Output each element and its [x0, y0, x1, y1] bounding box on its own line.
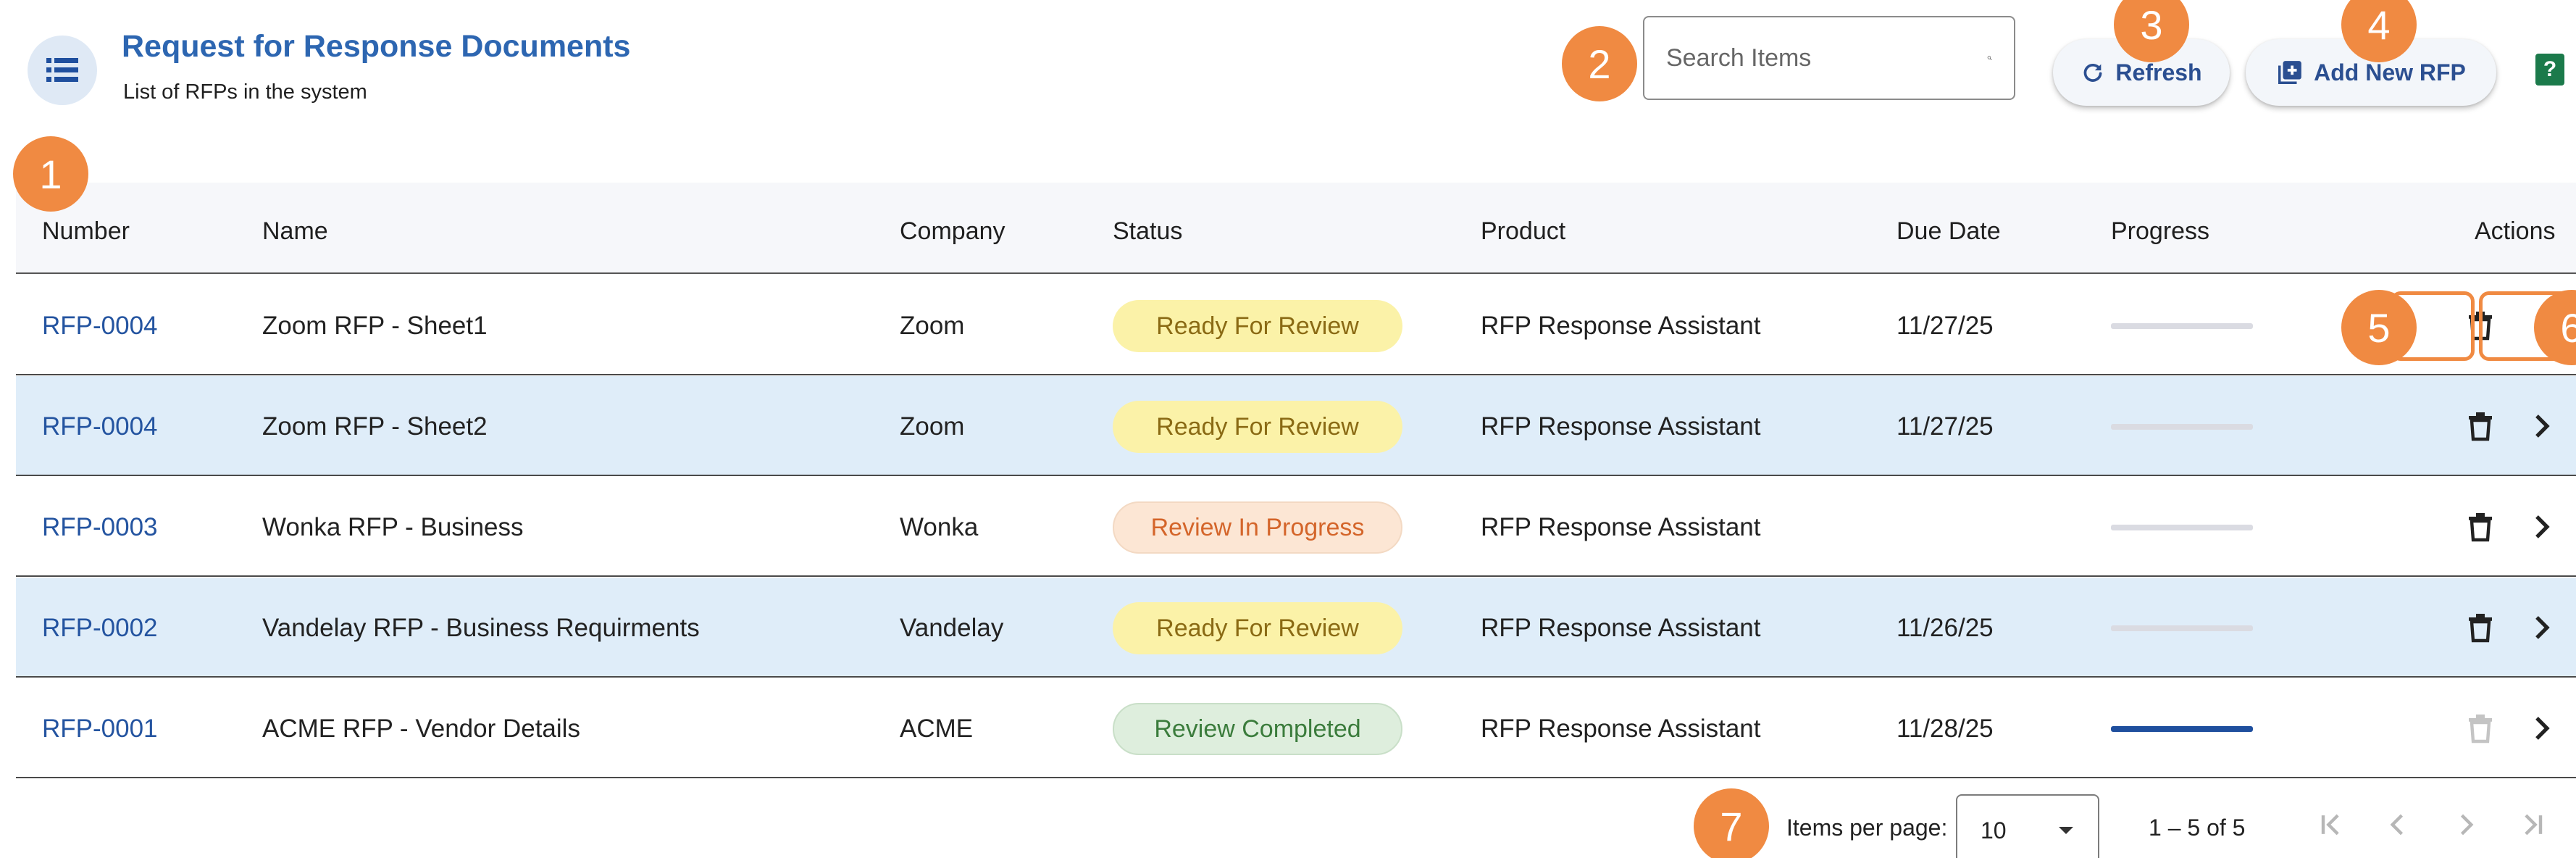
rfp-name: Vandelay RFP - Business Requirments: [262, 614, 700, 642]
rfp-number-link[interactable]: RFP-0004: [42, 312, 158, 341]
product-name: RFP Response Assistant: [1481, 312, 1761, 340]
company-name: Zoom: [900, 312, 965, 340]
status-badge: Review In Progress: [1113, 501, 1402, 554]
progress-bar: [2111, 525, 2253, 530]
rfp-number-link[interactable]: RFP-0001: [42, 715, 158, 744]
table-row[interactable]: RFP-0004 Zoom RFP - Sheet1 Zoom Ready For R…: [16, 275, 2576, 375]
help-icon[interactable]: ?: [2535, 54, 2564, 86]
table-row[interactable]: RFP-0003 Wonka RFP - Business Wonka Review …: [16, 477, 2576, 577]
company-name: Zoom: [900, 412, 965, 441]
table-row[interactable]: RFP-0001 ACME RFP - Vendor Details ACME Rev…: [16, 678, 2576, 778]
column-header-product[interactable]: Product: [1481, 217, 1565, 246]
chevron-right-icon[interactable]: [2524, 610, 2559, 645]
chevron-right-icon[interactable]: [2524, 509, 2559, 544]
items-per-page-value: 10: [1981, 817, 2007, 844]
product-name: RFP Response Assistant: [1481, 614, 1761, 642]
delete-icon[interactable]: [2463, 308, 2498, 343]
chevron-right-icon[interactable]: [2524, 409, 2559, 443]
list-icon-button[interactable]: [28, 36, 97, 105]
product-name: RFP Response Assistant: [1481, 715, 1761, 743]
page-subtitle: List of RFPs in the system: [123, 80, 367, 104]
due-date: 11/27/25: [1897, 312, 1994, 340]
due-date: 11/28/25: [1897, 715, 1994, 743]
refresh-icon: [2084, 63, 2102, 82]
progress-bar: [2111, 424, 2253, 430]
company-name: ACME: [900, 715, 974, 743]
product-name: RFP Response Assistant: [1481, 412, 1761, 441]
table-row[interactable]: RFP-0004 Zoom RFP - Sheet2 Zoom Ready For R…: [16, 376, 2576, 476]
last-page-icon[interactable]: [2517, 809, 2548, 841]
dropdown-arrow-icon: [2059, 827, 2073, 834]
previous-page-icon[interactable]: [2382, 809, 2414, 841]
delete-icon[interactable]: [2463, 610, 2498, 645]
chevron-right-icon[interactable]: [2524, 711, 2559, 746]
add-box-icon: [2278, 61, 2301, 84]
rfp-number-link[interactable]: RFP-0003: [42, 513, 158, 542]
delete-icon[interactable]: [2463, 409, 2498, 443]
rfp-name: Zoom RFP - Sheet2: [262, 412, 488, 441]
callout-7: 7: [1694, 788, 1769, 858]
column-header-number[interactable]: Number: [42, 217, 130, 246]
product-name: RFP Response Assistant: [1481, 513, 1761, 541]
items-per-page-label: Items per page:: [1786, 815, 1948, 841]
page-title: Request for Response Documents: [122, 29, 631, 64]
search-box[interactable]: [1643, 16, 2015, 100]
delete-icon[interactable]: [2463, 711, 2498, 746]
refresh-label: Refresh: [2115, 59, 2202, 86]
next-page-icon[interactable]: [2450, 809, 2482, 841]
rfp-name: Zoom RFP - Sheet1: [262, 312, 488, 340]
rfp-number-link[interactable]: RFP-0002: [42, 614, 158, 643]
status-badge: Ready For Review: [1113, 401, 1402, 453]
table-row[interactable]: RFP-0002 Vandelay RFP - Business Requirme…: [16, 578, 2576, 678]
due-date: 11/26/25: [1897, 614, 1994, 642]
add-new-rfp-label: Add New RFP: [2314, 59, 2466, 86]
company-name: Wonka: [900, 513, 979, 541]
rfp-number-link[interactable]: RFP-0004: [42, 412, 158, 441]
column-header-status[interactable]: Status: [1113, 217, 1182, 246]
status-badge: Review Completed: [1113, 703, 1402, 755]
column-header-progress[interactable]: Progress: [2111, 217, 2209, 246]
progress-bar: [2111, 323, 2253, 329]
status-badge: Ready For Review: [1113, 602, 1402, 654]
search-input[interactable]: [1666, 43, 1987, 72]
rfp-name: Wonka RFP - Business: [262, 513, 524, 541]
first-page-icon[interactable]: [2315, 809, 2347, 841]
progress-bar: [2111, 625, 2253, 631]
callout-5: 5: [2341, 290, 2417, 365]
search-icon[interactable]: [1987, 42, 1992, 74]
page-range-label: 1 – 5 of 5: [2149, 815, 2246, 841]
callout-1: 1: [13, 136, 88, 212]
items-per-page-select[interactable]: 10: [1956, 794, 2099, 858]
column-header-due-date[interactable]: Due Date: [1897, 217, 2001, 246]
company-name: Vandelay: [900, 614, 1004, 642]
progress-bar: [2111, 726, 2253, 732]
list-icon: [46, 58, 78, 82]
column-header-name[interactable]: Name: [262, 217, 328, 246]
delete-icon[interactable]: [2463, 509, 2498, 544]
due-date: 11/27/25: [1897, 412, 1994, 441]
status-badge: Ready For Review: [1113, 300, 1402, 352]
column-header-company[interactable]: Company: [900, 217, 1005, 246]
callout-2: 2: [1562, 26, 1637, 101]
column-header-actions: Actions: [2475, 217, 2556, 245]
rfp-name: ACME RFP - Vendor Details: [262, 715, 580, 743]
